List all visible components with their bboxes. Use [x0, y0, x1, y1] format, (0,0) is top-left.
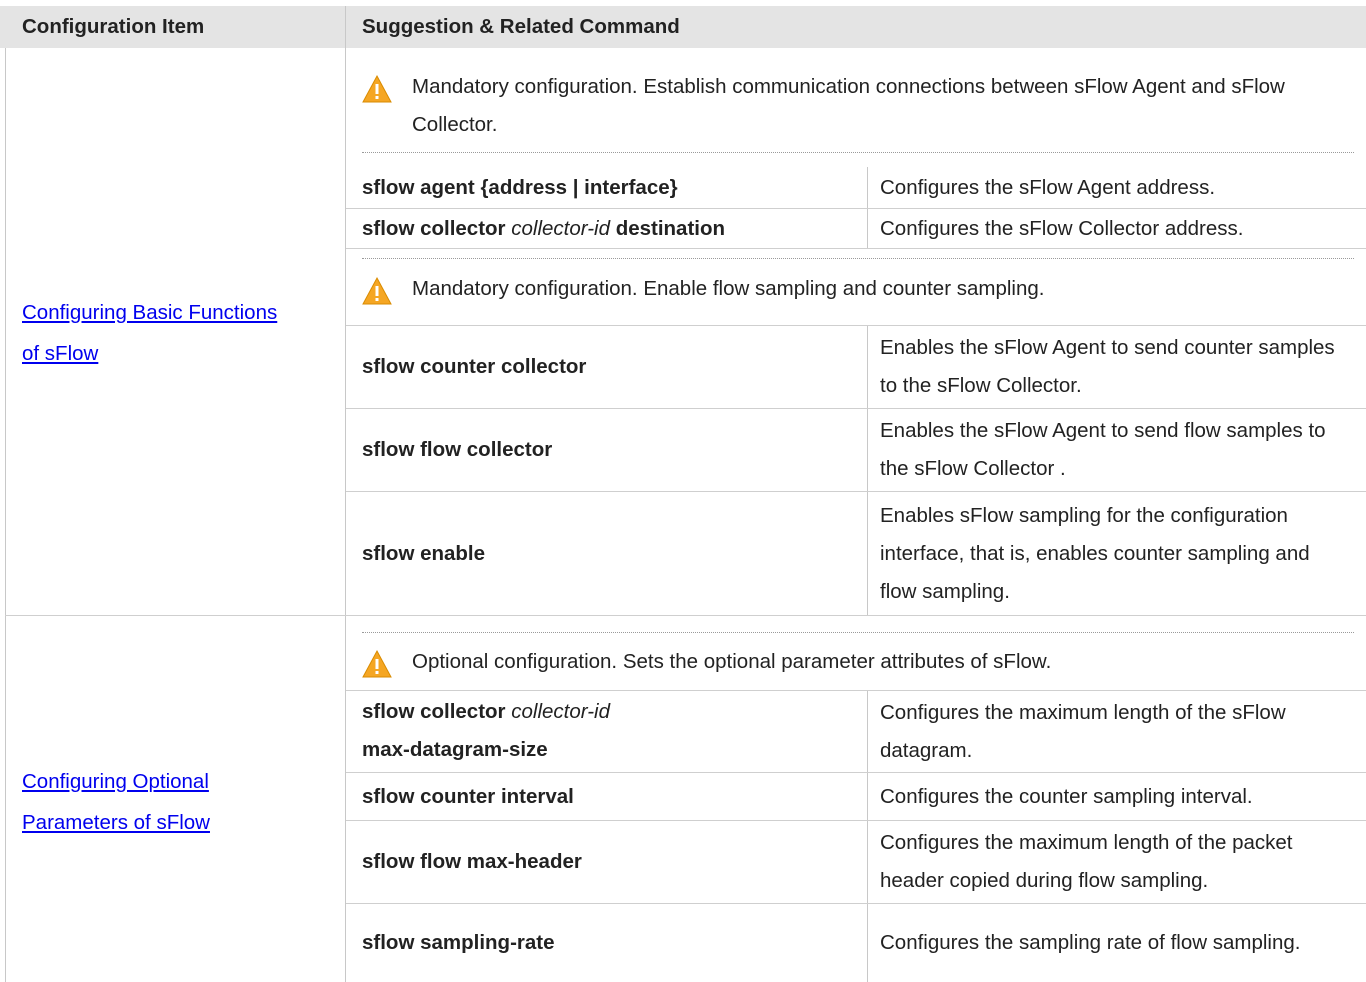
note-text: Mandatory configuration. Establish commu…: [412, 75, 1285, 136]
link-configuring-basic-functions[interactable]: Configuring Basic Functions of sFlow: [22, 292, 277, 374]
table-cell-description: Configures the sampling rate of flow sam…: [880, 904, 1320, 982]
table-cell-command: sflow collector collector-id destination: [362, 209, 725, 248]
table-cell-command: sflow counter interval: [362, 773, 574, 820]
command-text: sflow counter interval: [362, 784, 574, 808]
table-cell-description: Configures the maximum length of the pac…: [880, 821, 1360, 903]
description-text: Enables the sFlow Agent to send counter …: [880, 336, 1335, 397]
command-text: sflow sampling-rate: [362, 931, 555, 954]
header-col-suggestion: Suggestion & Related Command: [346, 6, 1366, 48]
row-line: [346, 248, 1366, 249]
command-text: max-datagram-size: [362, 738, 548, 761]
link-line2[interactable]: Parameters of sFlow: [22, 802, 210, 843]
mandatory-note: Mandatory configuration. Establish commu…: [362, 68, 1352, 144]
table-cell-description: Configures the maximum length of the sFl…: [880, 691, 1360, 772]
table-cell-description: Configures the sFlow Agent address.: [880, 168, 1215, 208]
description-text: Configures the maximum length of the pac…: [880, 831, 1293, 892]
command-text: sflow flow collector: [362, 438, 553, 461]
warning-triangle-icon: [362, 649, 392, 678]
mandatory-note: Mandatory configuration. Enable flow sam…: [362, 270, 1352, 308]
description-text: Configures the sFlow Collector address.: [880, 216, 1244, 240]
optional-note: Optional configuration. Sets the optiona…: [362, 643, 1352, 681]
note-text: Optional configuration. Sets the optiona…: [412, 650, 1052, 673]
link-configuring-optional-parameters[interactable]: Configuring Optional Parameters of sFlow: [22, 761, 210, 843]
header-col-configuration-item: Configuration Item: [0, 6, 345, 48]
table-cell-command: sflow counter collector: [362, 326, 586, 408]
column-divider-1: [345, 6, 346, 982]
column-divider-2c: [867, 690, 868, 982]
table-cell-description: Enables the sFlow Agent to send counter …: [880, 326, 1350, 408]
header-label-configuration-item: Configuration Item: [22, 15, 205, 38]
command-text: sflow counter collector: [362, 355, 587, 378]
command-text: sflow collector: [362, 216, 506, 240]
table-cell-description: Enables the sFlow Agent to send flow sam…: [880, 409, 1350, 491]
description-text: Enables the sFlow Agent to send flow sam…: [880, 419, 1326, 480]
link-line1[interactable]: Configuring Optional: [22, 761, 210, 802]
table-cell-command: sflow flow collector: [362, 409, 552, 491]
note-divider: [362, 152, 1354, 153]
note-divider: [362, 632, 1354, 633]
description-text: Configures the maximum length of the sFl…: [880, 700, 1286, 762]
description-text: Enables sFlow sampling for the configura…: [880, 503, 1310, 603]
header-label-suggestion: Suggestion & Related Command: [362, 15, 680, 38]
command-text: sflow flow max-header: [362, 850, 582, 873]
warning-triangle-icon: [362, 74, 392, 103]
table-cell-command: sflow enable: [362, 492, 485, 615]
command-param: collector-id: [511, 216, 610, 240]
warning-triangle-icon: [362, 276, 392, 305]
command-param: collector-id: [511, 700, 610, 723]
link-line2[interactable]: of sFlow: [22, 333, 277, 374]
description-text: Configures the counter sampling interval…: [880, 784, 1253, 808]
description-text: Configures the sFlow Agent address.: [880, 176, 1216, 199]
command-text: sflow collector: [362, 700, 506, 723]
table-border-left: [5, 48, 6, 982]
link-line1[interactable]: Configuring Basic Functions: [22, 292, 277, 333]
description-text: Configures the sampling rate of flow sam…: [880, 931, 1301, 954]
command-text: destination: [615, 216, 726, 240]
table-cell-command: sflow sampling-rate: [362, 904, 555, 982]
section-divider: [5, 615, 1366, 616]
table-cell-command: sflow flow max-header: [362, 821, 582, 903]
table-cell-description: Enables sFlow sampling for the configura…: [880, 492, 1350, 615]
note-text: Mandatory configuration. Enable flow sam…: [412, 277, 1045, 300]
column-divider-2b: [867, 325, 868, 615]
table-cell-command: sflow agent {address | interface}: [362, 168, 678, 208]
note-divider: [362, 258, 1354, 259]
table-cell-description: Configures the sFlow Collector address.: [880, 209, 1243, 248]
command-text: sflow enable: [362, 541, 486, 565]
table-cell-description: Configures the counter sampling interval…: [880, 773, 1253, 820]
table-cell-command: sflow collector collector-id max-datagra…: [362, 691, 610, 772]
command-text: sflow agent {address | interface}: [362, 176, 678, 199]
